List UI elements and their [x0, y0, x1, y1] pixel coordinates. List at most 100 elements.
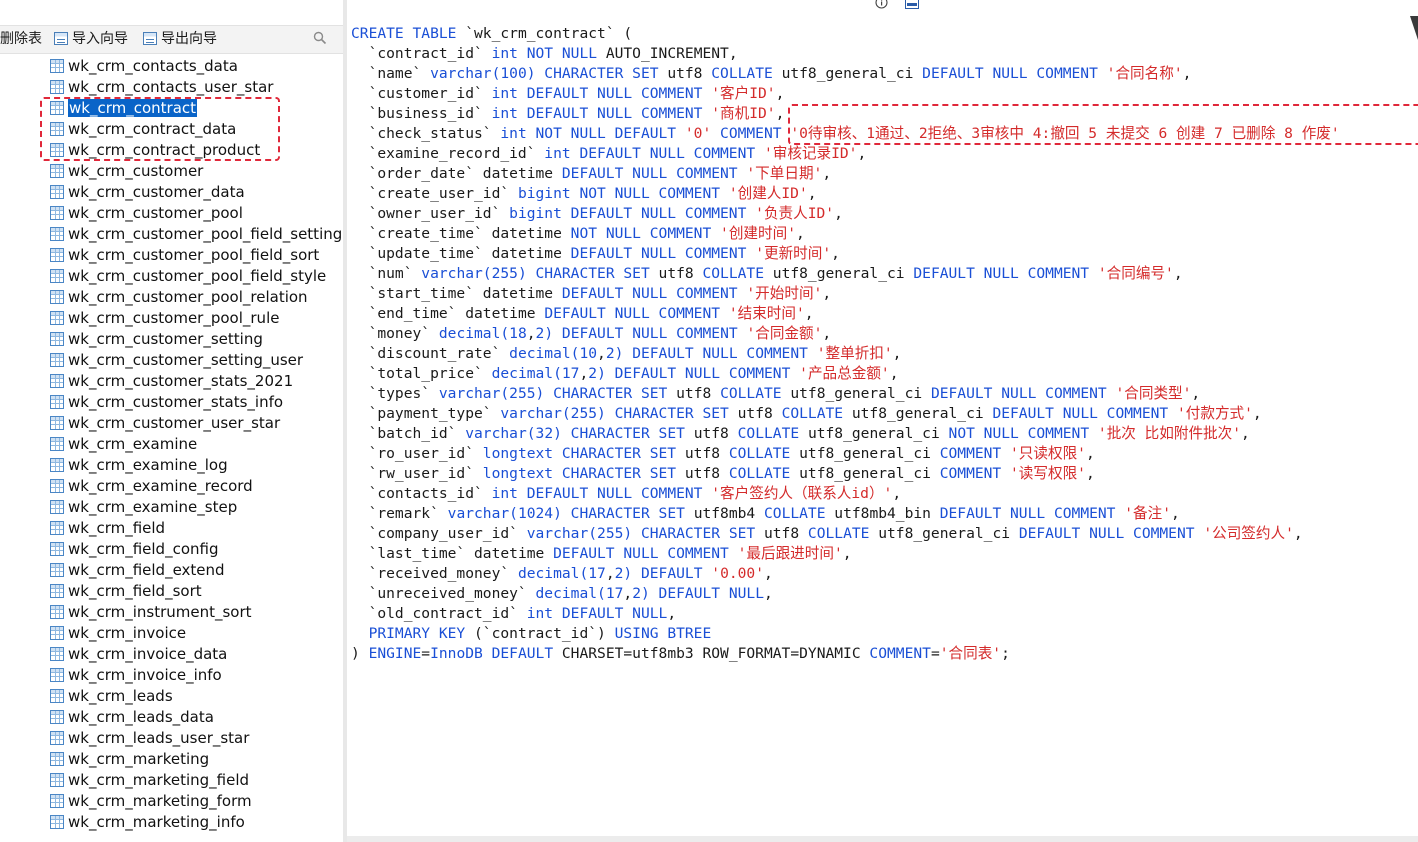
code-token: int DEFAULT NULL	[526, 605, 668, 622]
code-token: NOT NULL COMMENT	[570, 225, 721, 242]
code-token: utf8	[667, 65, 712, 82]
code-token: varchar(	[421, 265, 492, 282]
horizontal-scrollbar[interactable]	[347, 836, 1418, 842]
tree-item-wk-crm-marketing-field[interactable]: wk_crm_marketing_field	[50, 770, 249, 791]
info-icon[interactable]	[875, 0, 888, 9]
code-token: 17	[588, 565, 606, 582]
code-token: `examine_record_id`	[351, 145, 545, 162]
tree-item-wk-crm-marketing-info[interactable]: wk_crm_marketing_info	[50, 812, 245, 833]
code-token: varchar(	[500, 405, 571, 422]
tree-item-wk-crm-marketing-form[interactable]: wk_crm_marketing_form	[50, 791, 252, 812]
code-token: ,	[1182, 65, 1192, 82]
code-token: ) CHARACTER SET	[623, 525, 764, 542]
code-token: ,	[889, 365, 899, 382]
code-token: utf8	[658, 265, 703, 282]
code-token: decimal(	[509, 345, 580, 362]
tree-item-wk-crm-field[interactable]: wk_crm_field	[50, 518, 165, 539]
tree-item-wk-crm-examine[interactable]: wk_crm_examine	[50, 434, 197, 455]
code-line: `payment_type` varchar(255) CHARACTER SE…	[351, 404, 1340, 424]
tree-item-label: wk_crm_marketing_field	[68, 771, 250, 789]
tree-item-wk-crm-invoice[interactable]: wk_crm_invoice	[50, 623, 186, 644]
tree-item-wk-crm-customer-setting-user[interactable]: wk_crm_customer_setting_user	[50, 350, 303, 371]
tree-item-wk-crm-customer-data[interactable]: wk_crm_customer_data	[50, 182, 245, 203]
tree-item-wk-crm-customer-stats-info[interactable]: wk_crm_customer_stats_info	[50, 392, 283, 413]
code-token: varchar(	[438, 385, 510, 402]
code-token: bigint DEFAULT NULL COMMENT	[509, 205, 756, 222]
tree-item-wk-crm-invoice-info[interactable]: wk_crm_invoice_info	[50, 665, 222, 686]
code-token: DEFAULT NULL COMMENT	[939, 505, 1125, 522]
tree-item-label: wk_crm_examine_step	[68, 498, 238, 516]
tree-item-wk-crm-customer-pool[interactable]: wk_crm_customer_pool	[50, 203, 243, 224]
code-token: datetime	[465, 305, 545, 322]
code-token: 100	[500, 65, 527, 82]
table-icon	[50, 395, 64, 409]
code-token: '读写权限'	[1010, 465, 1086, 482]
code-token: ,	[1085, 445, 1095, 462]
tree-item-wk-crm-invoice-data[interactable]: wk_crm_invoice_data	[50, 644, 227, 665]
tree-item-wk-crm-customer-pool-field-style[interactable]: wk_crm_customer_pool_field_style	[50, 266, 326, 287]
code-token: ) DEFAULT NULL	[640, 585, 764, 602]
tree-item-wk-crm-leads-user-star[interactable]: wk_crm_leads_user_star	[50, 728, 249, 749]
vertical-scrollbar[interactable]	[1406, 0, 1418, 842]
code-token: utf8	[763, 525, 808, 542]
code-token: ) CHARACTER SET	[597, 405, 738, 422]
code-token: ,	[775, 105, 785, 122]
code-line: `name` varchar(100) CHARACTER SET utf8 C…	[351, 64, 1340, 84]
tree-item-wk-crm-customer-setting[interactable]: wk_crm_customer_setting	[50, 329, 263, 350]
tree-item-label: wk_crm_customer_pool_field_sort	[68, 246, 320, 264]
tree-item-wk-crm-field-sort[interactable]: wk_crm_field_sort	[50, 581, 202, 602]
table-icon	[50, 290, 64, 304]
code-token: `rw_user_id`	[351, 465, 483, 482]
code-token: ,	[834, 205, 843, 222]
tree-item-wk-crm-field-config[interactable]: wk_crm_field_config	[50, 539, 218, 560]
code-line: `num` varchar(255) CHARACTER SET utf8 CO…	[351, 264, 1340, 284]
code-token: ,	[892, 485, 902, 502]
code-token: ,	[764, 565, 773, 582]
tree-item-wk-crm-examine-log[interactable]: wk_crm_examine_log	[50, 455, 228, 476]
import-wizard-label: 导入向导	[72, 31, 128, 47]
code-token: COMMENT	[869, 645, 931, 662]
export-wizard-button[interactable]: 导出向导	[143, 26, 217, 53]
table-export-icon	[143, 32, 157, 45]
code-token: '审核记录ID'	[763, 145, 858, 162]
code-line: `last_time` datetime DEFAULT NULL COMMEN…	[351, 544, 1340, 564]
code-token: utf8_general_ci	[851, 405, 993, 422]
tree-item-wk-crm-examine-record[interactable]: wk_crm_examine_record	[50, 476, 253, 497]
code-token: decimal(	[517, 565, 589, 582]
code-token: COLLATE	[728, 445, 800, 462]
tree-item-wk-crm-customer-pool-relation[interactable]: wk_crm_customer_pool_relation	[50, 287, 308, 308]
tree-item-wk-crm-leads-data[interactable]: wk_crm_leads_data	[50, 707, 214, 728]
import-wizard-button[interactable]: 导入向导	[54, 26, 128, 53]
tree-item-label: wk_crm_customer_stats_2021	[68, 372, 294, 390]
code-token: `start_time`	[351, 285, 483, 302]
tree-item-wk-crm-contacts-data[interactable]: wk_crm_contacts_data	[50, 56, 238, 77]
code-line: PRIMARY KEY (`contract_id`) USING BTREE	[351, 624, 1340, 644]
search-icon[interactable]	[313, 31, 327, 45]
code-token: ,	[804, 305, 814, 322]
tree-item-wk-crm-leads[interactable]: wk_crm_leads	[50, 686, 173, 707]
tree-item-wk-crm-customer-pool-field-setting[interactable]: wk_crm_customer_pool_field_setting	[50, 224, 342, 245]
table-icon	[50, 752, 64, 766]
tree-item-wk-crm-customer-user-star[interactable]: wk_crm_customer_user_star	[50, 413, 280, 434]
table-icon	[50, 458, 64, 472]
tree-item-wk-crm-contacts-user-star[interactable]: wk_crm_contacts_user_star	[50, 77, 273, 98]
code-token: `num`	[351, 265, 422, 282]
tree-item-wk-crm-instrument-sort[interactable]: wk_crm_instrument_sort	[50, 602, 252, 623]
tree-item-wk-crm-field-extend[interactable]: wk_crm_field_extend	[50, 560, 225, 581]
ddl-viewer-top-icons	[347, 0, 1418, 14]
annotation-box-contract-tables	[40, 97, 280, 161]
code-token: `name`	[351, 65, 431, 82]
delete-table-button[interactable]: 删除表	[0, 26, 42, 53]
tree-item-wk-crm-customer-pool-field-sort[interactable]: wk_crm_customer_pool_field_sort	[50, 245, 319, 266]
code-token: COLLATE	[807, 525, 879, 542]
tree-item-wk-crm-customer-pool-rule[interactable]: wk_crm_customer_pool_rule	[50, 308, 279, 329]
code-token: ,	[892, 345, 902, 362]
code-token: DEFAULT NULL COMMENT	[544, 305, 729, 322]
tree-item-wk-crm-customer[interactable]: wk_crm_customer	[50, 161, 203, 182]
tree-item-wk-crm-examine-step[interactable]: wk_crm_examine_step	[50, 497, 237, 518]
ddl-icon[interactable]	[905, 0, 919, 9]
tree-item-wk-crm-marketing[interactable]: wk_crm_marketing	[50, 749, 209, 770]
tree-item-wk-crm-customer-stats-2021[interactable]: wk_crm_customer_stats_2021	[50, 371, 293, 392]
tree-item-label: wk_crm_marketing	[68, 750, 210, 768]
scroll-arrow-icon[interactable]	[1410, 16, 1418, 40]
